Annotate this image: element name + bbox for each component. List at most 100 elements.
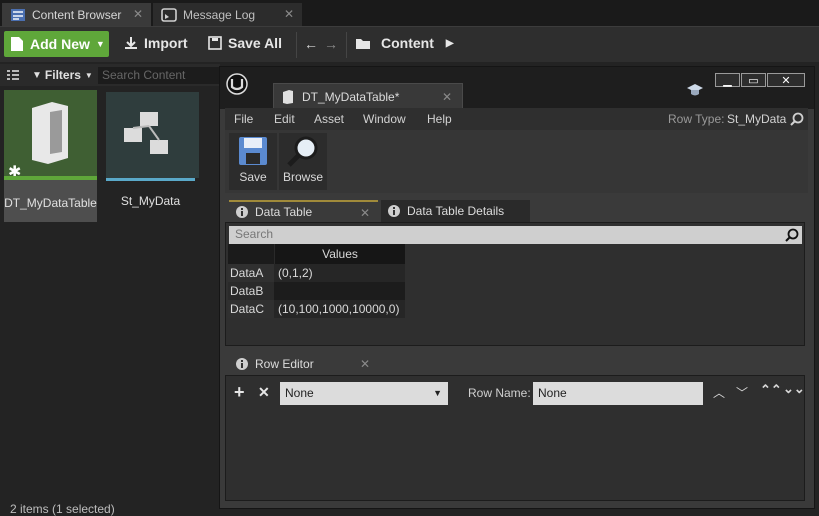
info-icon: [236, 358, 248, 370]
browse-button[interactable]: Browse: [279, 133, 327, 190]
move-row-bottom-icon[interactable]: ⌄⌄: [783, 381, 805, 397]
struct-select-dropdown[interactable]: None ▼: [280, 382, 448, 405]
tab-label: Data Table Details: [407, 204, 505, 218]
asset-tile-dt-mydatatable[interactable]: ✱ DT_MyDataTable: [4, 90, 97, 222]
close-icon[interactable]: ✕: [360, 206, 370, 220]
import-button[interactable]: Import: [124, 35, 188, 51]
document-tab-strip: Content Browser ✕ Message Log ✕: [0, 0, 819, 26]
asset-type-color-bar: [106, 178, 195, 181]
table-header-row: Values: [228, 244, 405, 264]
row-editor-panel: + ✕ None ▼ Row Name: None ︿ ﹀ ⌃⌃ ⌄⌄: [225, 375, 805, 501]
row-name: DataC: [230, 302, 265, 316]
filters-label: Filters: [44, 68, 81, 82]
browse-label: Browse: [282, 170, 323, 184]
menu-file[interactable]: File: [234, 112, 253, 126]
move-row-top-icon[interactable]: ⌃⌃: [760, 382, 782, 398]
menu-asset[interactable]: Asset: [314, 112, 344, 126]
table-row[interactable]: DataC (10,100,1000,10000,0): [228, 300, 405, 318]
tab-data-table-details[interactable]: Data Table Details: [381, 200, 530, 222]
toolbar-divider: [346, 32, 347, 58]
asset-tile-st-mydata[interactable]: St_MyData: [106, 92, 199, 208]
save-icon: [208, 36, 222, 50]
save-label: Save: [239, 170, 267, 184]
menu-edit[interactable]: Edit: [274, 112, 295, 126]
row-type-label: Row Type:: [668, 112, 725, 126]
unreal-logo-icon: [226, 73, 248, 95]
asset-label: DT_MyDataTable: [4, 196, 97, 210]
path-label: Content: [381, 35, 434, 51]
minimize-button[interactable]: ▁: [715, 73, 740, 87]
tab-label: Row Editor: [255, 357, 314, 371]
data-table-search-input[interactable]: Search: [229, 226, 802, 244]
menu-window[interactable]: Window: [363, 112, 406, 126]
filter-funnel-icon: ▼: [32, 69, 42, 81]
column-header-label: Values: [322, 247, 358, 261]
toolbar-divider: [296, 32, 297, 58]
remove-row-icon[interactable]: ✕: [258, 384, 270, 401]
item-count-status: 2 items (1 selected): [10, 502, 115, 516]
close-icon[interactable]: ✕: [133, 7, 143, 21]
chevron-down-icon: ▼: [84, 70, 93, 80]
row-name: DataB: [230, 284, 264, 298]
folder-icon: [356, 38, 370, 49]
asset-thumbnail: ✱: [4, 90, 97, 181]
search-icon: [785, 228, 799, 242]
table-row[interactable]: DataA (0,1,2): [228, 264, 405, 282]
close-icon[interactable]: ✕: [284, 7, 294, 21]
menu-bar: File Edit Asset Window Help Row Type: St…: [225, 108, 808, 130]
chevron-right-icon[interactable]: ▶: [446, 38, 454, 49]
save-icon: [239, 137, 267, 165]
close-icon[interactable]: ✕: [360, 357, 370, 371]
content-search-input[interactable]: Search Content: [98, 67, 220, 84]
tab-label: Data Table: [255, 205, 313, 219]
row-name: DataA: [230, 266, 264, 280]
sources-toggle-icon[interactable]: [6, 68, 20, 82]
asset-type-color-bar: [4, 176, 97, 180]
tab-dt-mydatatable[interactable]: DT_MyDataTable* ✕: [273, 83, 463, 109]
learn-cap-icon[interactable]: [686, 82, 704, 98]
back-arrow-icon[interactable]: ←: [304, 36, 318, 52]
add-row-icon[interactable]: +: [234, 382, 245, 403]
editor-toolbar: Save Browse: [225, 130, 808, 193]
maximize-button[interactable]: ▭: [741, 73, 766, 87]
move-row-down-icon[interactable]: ﹀: [736, 384, 748, 401]
tab-message-log[interactable]: Message Log ✕: [153, 3, 302, 26]
content-browser-icon: [11, 8, 25, 21]
close-icon[interactable]: ✕: [442, 90, 452, 104]
row-value: (0,1,2): [278, 266, 313, 280]
add-new-label: Add New: [30, 36, 90, 52]
info-icon: [388, 205, 400, 217]
search-icon[interactable]: [790, 112, 804, 126]
import-label: Import: [144, 35, 188, 51]
close-window-button[interactable]: ✕: [767, 73, 805, 87]
table-row[interactable]: DataB: [228, 282, 405, 300]
tab-label: Message Log: [183, 7, 256, 22]
chevron-down-icon: ▼: [433, 388, 442, 398]
tab-data-table[interactable]: Data Table ✕: [229, 200, 378, 222]
window-title-bar[interactable]: DT_MyDataTable* ✕ ▁ ▭ ✕: [220, 67, 814, 109]
move-row-up-icon[interactable]: ︿: [713, 384, 725, 401]
tab-label: Content Browser: [32, 7, 122, 22]
chevron-down-icon: ▼: [95, 39, 105, 49]
values-column-header[interactable]: Values: [274, 244, 405, 264]
select-value: None: [285, 386, 314, 400]
row-name-input[interactable]: None: [533, 382, 703, 405]
content-browser-toolbar: Add New ▼ Import Save All ← → Content ▶: [0, 26, 819, 62]
browse-magnifier-icon: [287, 136, 318, 167]
add-new-button[interactable]: Add New ▼: [4, 31, 109, 57]
save-all-button[interactable]: Save All: [208, 35, 282, 51]
menu-help[interactable]: Help: [427, 112, 452, 126]
message-log-icon: [161, 7, 177, 22]
data-table-icon: [32, 102, 68, 164]
filters-button[interactable]: ▼ Filters ▼: [32, 68, 93, 82]
row-name-label: Row Name:: [468, 386, 531, 400]
import-icon: [125, 37, 137, 49]
forward-arrow-icon[interactable]: →: [324, 36, 338, 52]
asset-tab-label: DT_MyDataTable*: [302, 89, 400, 104]
tab-content-browser[interactable]: Content Browser ✕: [2, 3, 151, 26]
info-icon: [236, 206, 248, 218]
save-button[interactable]: Save: [229, 133, 277, 190]
tab-row-editor[interactable]: Row Editor ✕: [229, 353, 378, 375]
new-file-icon: [11, 37, 23, 51]
path-breadcrumb-content[interactable]: Content ▶: [355, 35, 454, 51]
